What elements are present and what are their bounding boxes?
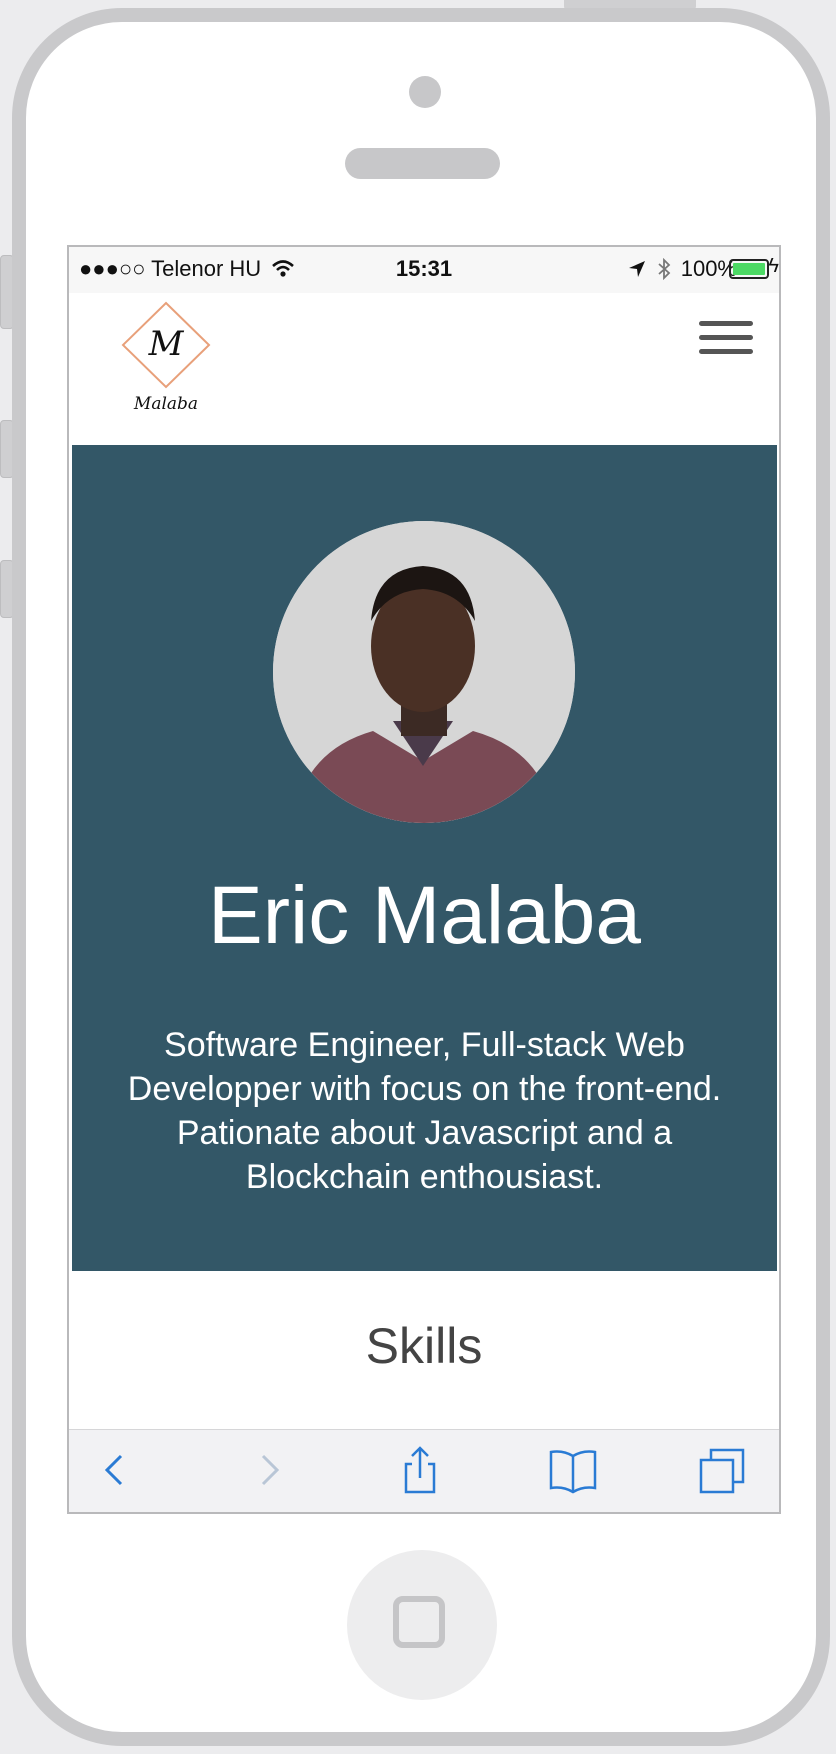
hero-section: Eric Malaba Software Engineer, Full-stac… [72,445,777,1271]
bookmarks-icon[interactable] [545,1442,601,1498]
phone-screen: ●●●○○ Telenor HU 15:31 100% ϟ M Malaba E… [67,245,781,1514]
hero-name: Eric Malaba [208,870,641,961]
location-arrow-icon [629,261,646,277]
svg-text:Malaba: Malaba [133,394,198,414]
earpiece-speaker [345,148,500,179]
forward-icon[interactable] [239,1442,295,1498]
status-bar: ●●●○○ Telenor HU 15:31 100% ϟ [69,247,779,293]
bluetooth-icon [657,257,670,281]
svg-text:M: M [148,324,185,364]
home-button-icon [393,1596,445,1648]
skills-heading: Skills [365,1318,483,1374]
front-camera [409,76,441,108]
site-header: M Malaba [69,293,779,443]
share-icon[interactable] [392,1442,448,1498]
charging-bolt-icon: ϟ [768,255,779,277]
tabs-icon[interactable] [695,1442,751,1498]
hamburger-menu-icon[interactable] [699,321,753,363]
safari-toolbar [69,1429,779,1512]
malaba-logo[interactable]: M Malaba [111,297,221,417]
back-icon[interactable] [89,1442,145,1498]
profile-photo [273,521,575,823]
battery-icon [729,259,769,279]
status-right: 100% [628,256,737,282]
hero-bio: Software Engineer, Full-stack Web Develo… [127,1026,722,1196]
